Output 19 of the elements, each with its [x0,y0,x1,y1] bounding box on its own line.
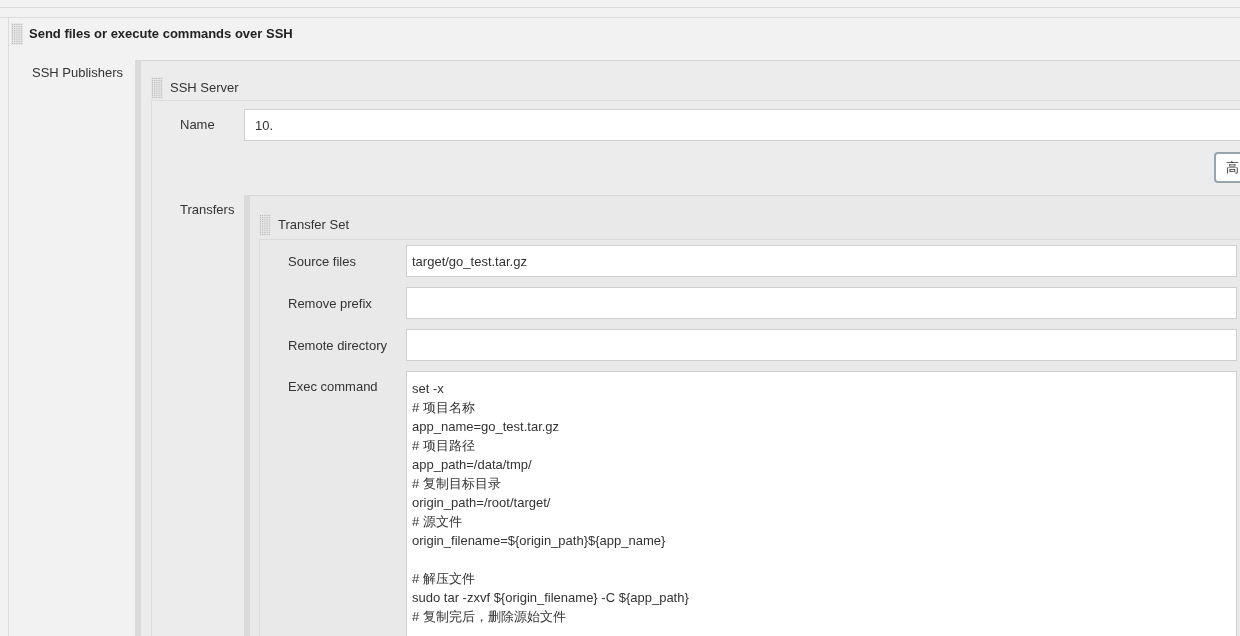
section-title: Send files or execute commands over SSH [29,25,293,44]
field-label: SSH Publishers [32,65,124,80]
panel-title: Transfer Set [278,216,350,235]
field-label: Remote directory [288,338,387,353]
drag-handle-icon[interactable] [259,214,271,236]
drag-handle-icon[interactable] [11,23,23,45]
panel-title: SSH Server [170,79,239,98]
drag-handle-icon[interactable] [151,77,163,99]
field-label: Transfers [180,202,235,217]
field-label: Remove prefix [288,296,372,311]
field-label: Exec command [288,379,378,394]
field-label: Name [180,117,215,133]
name-field[interactable]: 10. [244,109,1240,141]
text-field[interactable] [406,329,1237,361]
text-field[interactable] [406,287,1237,319]
text-field[interactable]: target/go_test.tar.gz [406,245,1237,277]
field-label: Source files [288,254,356,269]
advanced-button[interactable]: 高 [1214,152,1240,183]
exec-command-field[interactable]: set -x # 项目名称 app_name=go_test.tar.gz # 项目路径 app_path=/data/tmp/ # 复制目标目录 origin_path=/root/target/ # 源文件 origin_filename=${origin_path}${app_name} # 解压文件 sudo tar -zxvf ${origin_filename} -C ${app_path} # 复制完后，删除源始文件 [406,371,1237,636]
